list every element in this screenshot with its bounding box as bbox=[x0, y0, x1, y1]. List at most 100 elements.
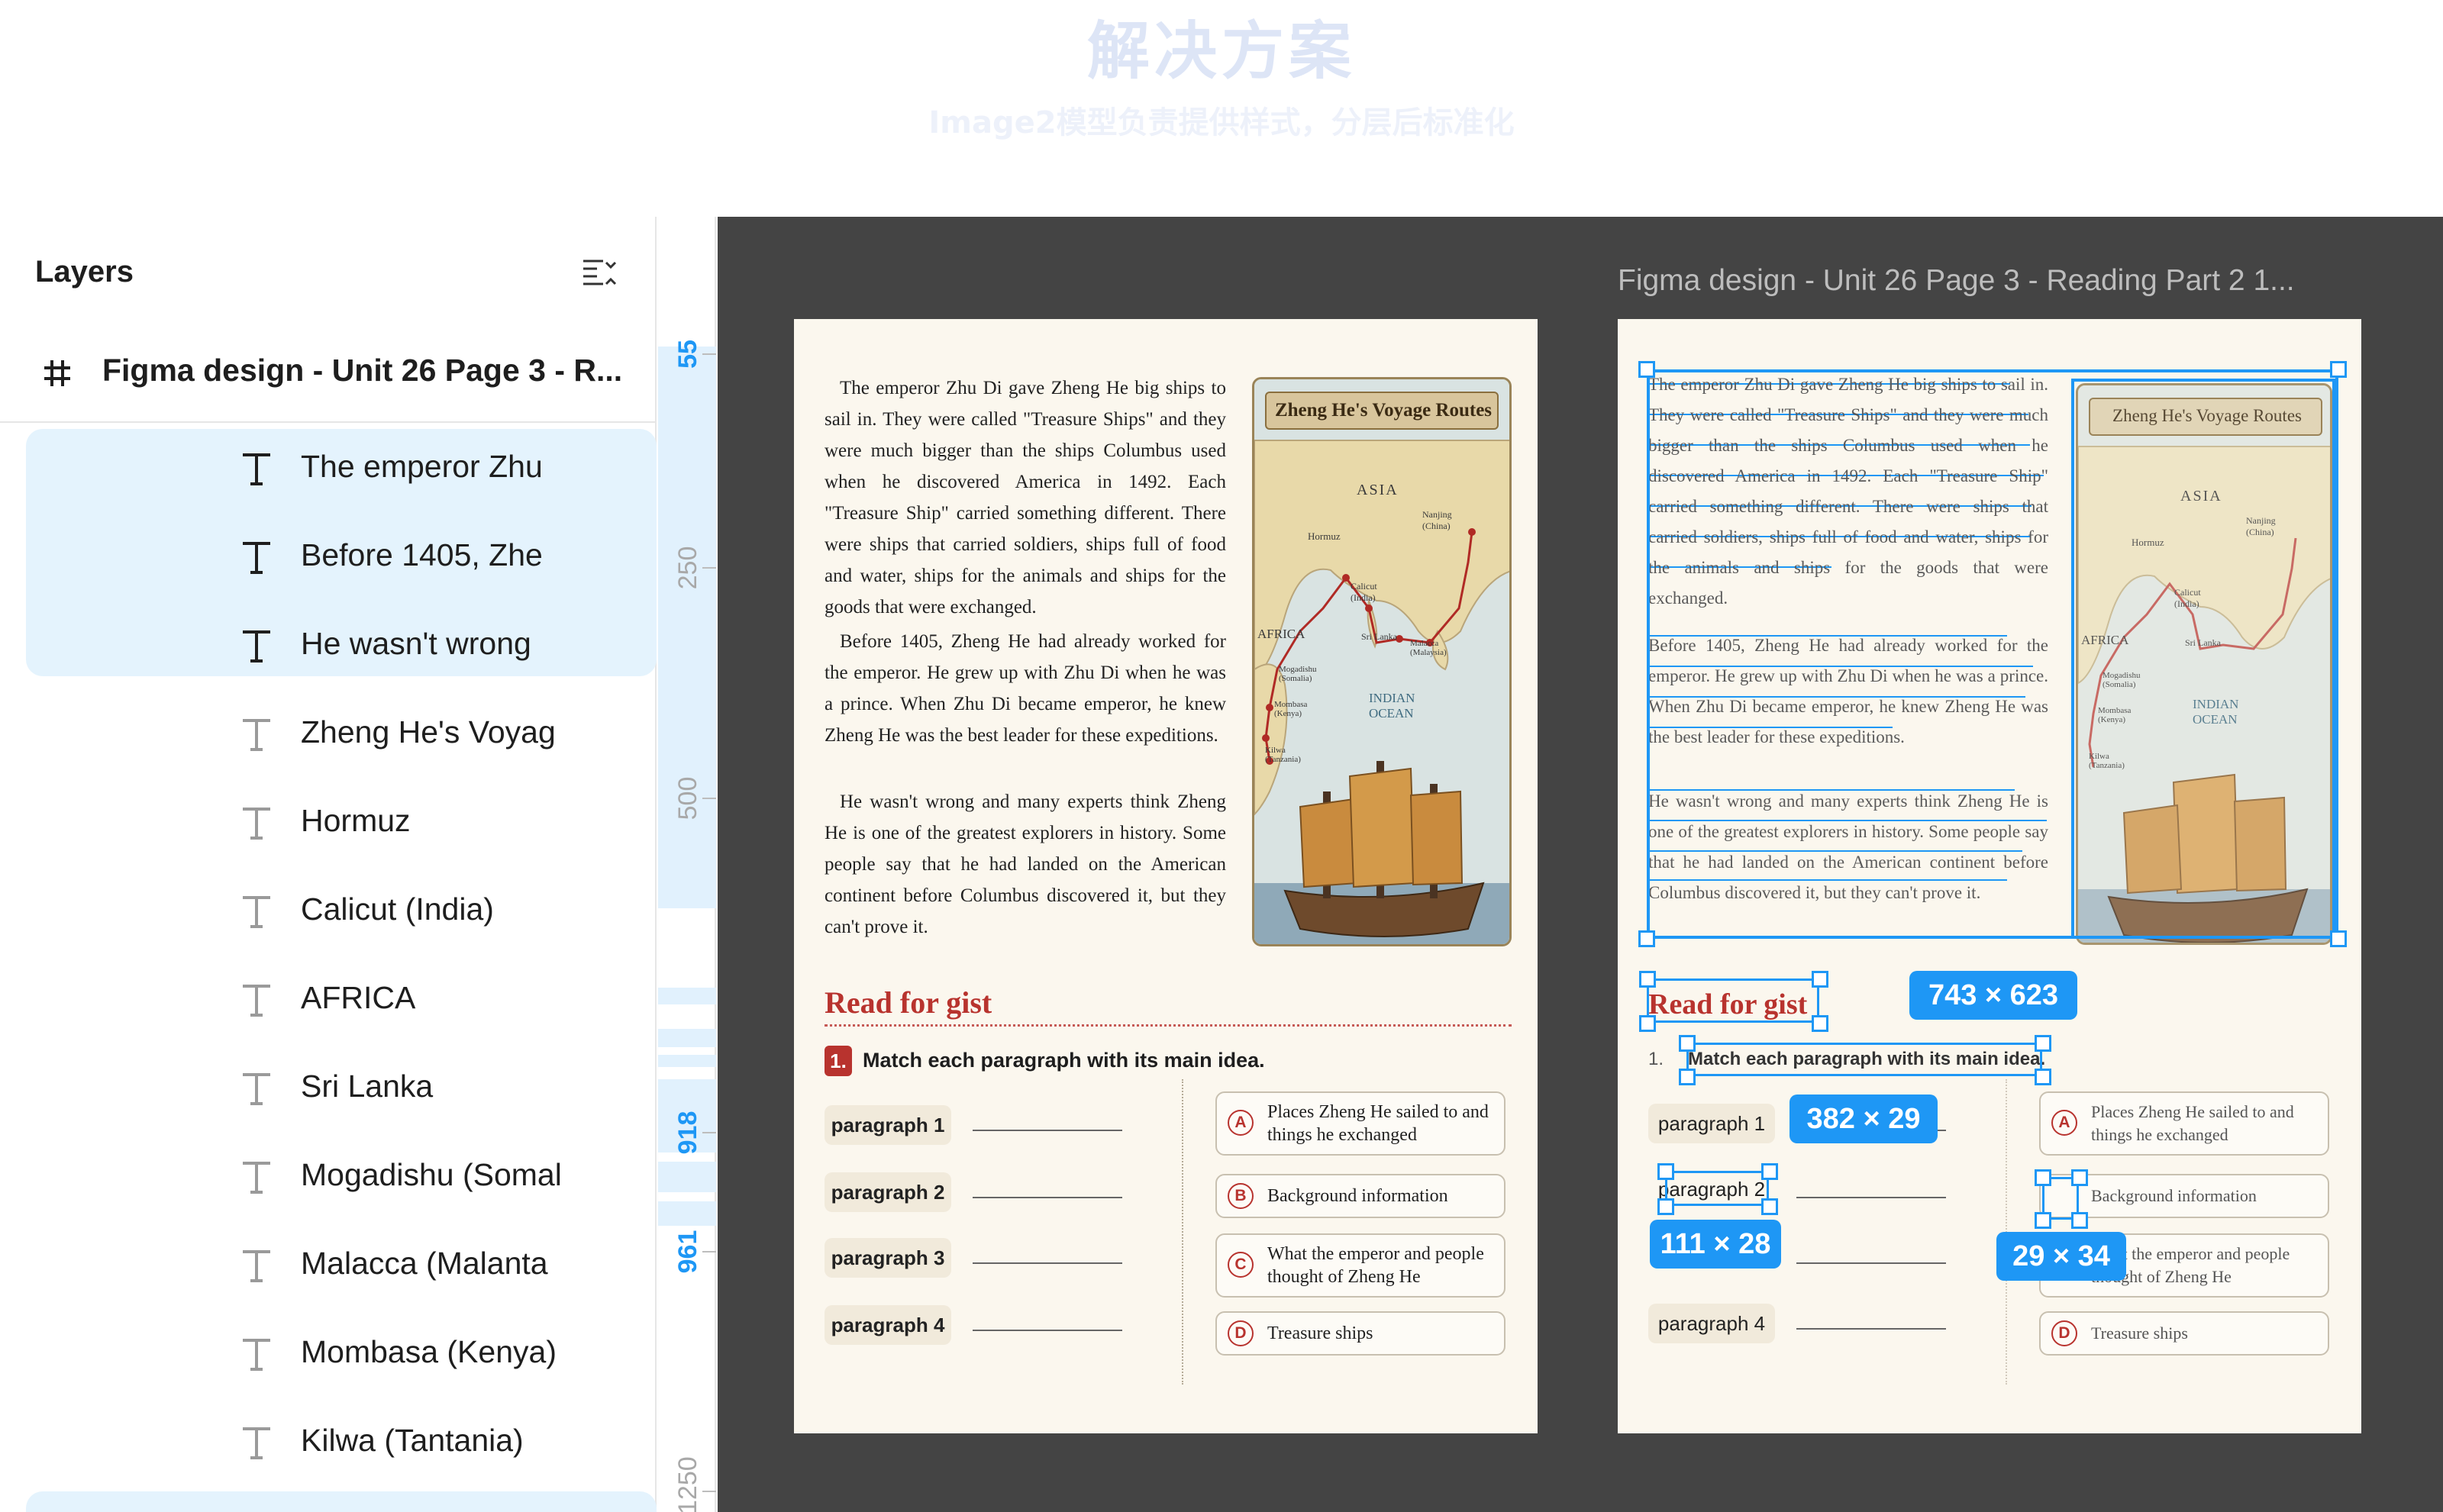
answer-blank bbox=[973, 1262, 1122, 1264]
resize-handle[interactable] bbox=[1812, 1015, 1828, 1032]
layer-row[interactable]: Sri Lanka bbox=[26, 1049, 657, 1137]
resize-handle[interactable] bbox=[1638, 930, 1655, 947]
gist-selection-outline[interactable] bbox=[1647, 978, 1819, 1023]
resize-handle[interactable] bbox=[2035, 1212, 2051, 1229]
layer-name: He wasn't wrong bbox=[301, 626, 531, 661]
column-divider bbox=[1182, 1079, 1183, 1385]
layer-name: Mombasa (Kenya) bbox=[301, 1334, 557, 1369]
map-title: Zheng He's Voyage Routes bbox=[1274, 400, 1493, 421]
dimension-badge: 743 × 623 bbox=[1909, 971, 2077, 1020]
resize-handle[interactable] bbox=[2035, 1035, 2051, 1052]
layered-paragraph-chip[interactable]: paragraph 1 bbox=[1648, 1104, 1775, 1143]
banner-title: 解决方案 bbox=[1086, 15, 1356, 88]
resize-handle[interactable] bbox=[2071, 1169, 2088, 1186]
resize-handle[interactable] bbox=[1638, 361, 1655, 378]
map-label-sri-lanka: Sri Lanka bbox=[1361, 631, 1397, 642]
layer-row[interactable]: Calicut (India) bbox=[26, 872, 657, 960]
design-canvas[interactable]: The emperor Zhu Di gave Zheng He big shi… bbox=[718, 217, 2443, 1512]
layered-idea-box: A Places Zheng He sailed to and things h… bbox=[2039, 1091, 2329, 1156]
resize-handle[interactable] bbox=[2035, 1069, 2051, 1085]
layer-name: AFRICA bbox=[301, 980, 416, 1015]
ruler-mark: 250 bbox=[673, 546, 702, 590]
layered-page[interactable]: The emperor Zhu Di gave Zheng He big shi… bbox=[1618, 319, 2361, 1433]
map-title-banner: Zheng He's Voyage Routes bbox=[1265, 392, 1499, 430]
chip-selection-outline[interactable] bbox=[1665, 1171, 1769, 1206]
map-label-mogadishu: Mogadishu (Somalia) bbox=[1279, 665, 1317, 683]
text-layer-icon bbox=[243, 1339, 270, 1371]
idea-text: What the emperor and people thought of Z… bbox=[1267, 1244, 1484, 1287]
ruler-tick bbox=[702, 1251, 716, 1252]
layer-row[interactable]: AFRICA bbox=[26, 960, 657, 1049]
layer-row[interactable]: Malacca (Malanta bbox=[26, 1226, 657, 1314]
resize-handle[interactable] bbox=[2071, 1212, 2088, 1229]
text-layer-icon bbox=[243, 719, 270, 751]
voyage-map-card: Zheng He's Voyage Routes ASIA AFRICA IND… bbox=[1252, 377, 1512, 946]
resize-handle[interactable] bbox=[1639, 1015, 1656, 1032]
paragraph-3-text: He wasn't wrong and many experts think Z… bbox=[825, 791, 1226, 937]
text-layer-icon bbox=[243, 453, 270, 485]
collapse-layers-icon[interactable] bbox=[580, 253, 620, 293]
answer-blank bbox=[973, 1130, 1122, 1131]
layer-name: Calicut (India) bbox=[301, 891, 494, 927]
text-layer-icon bbox=[243, 630, 270, 663]
paragraph-1-text: The emperor Zhu Di gave Zheng He big shi… bbox=[825, 378, 1226, 617]
layer-name: Mogadishu (Somal bbox=[301, 1157, 562, 1192]
layer-row[interactable]: Mombasa (Kenya) bbox=[26, 1314, 657, 1403]
resize-handle[interactable] bbox=[1679, 1035, 1696, 1052]
idea-letter-badge: D bbox=[1228, 1320, 1254, 1346]
layered-paragraph-chip[interactable]: paragraph 4 bbox=[1648, 1304, 1775, 1343]
voyage-map-illustration bbox=[1254, 379, 1509, 944]
ruler-selection-band bbox=[658, 1201, 716, 1226]
ruler-selection-band bbox=[658, 1029, 716, 1047]
resize-handle[interactable] bbox=[1657, 1198, 1674, 1215]
layer-row[interactable]: He wasn't wrong bbox=[26, 606, 657, 695]
task-number-badge: 1. bbox=[825, 1046, 852, 1076]
resize-handle[interactable] bbox=[2330, 361, 2347, 378]
map-selection-outline[interactable] bbox=[2071, 379, 2335, 939]
layer-row[interactable]: Before 1405, Zhe bbox=[26, 517, 657, 606]
layered-answer-blank bbox=[1796, 1262, 1946, 1264]
text-layer-icon bbox=[243, 1250, 270, 1282]
layer-row[interactable]: Hormuz bbox=[26, 783, 657, 872]
resize-handle[interactable] bbox=[1761, 1163, 1778, 1180]
map-label-kilwa: Kilwa (Tanzania) bbox=[1265, 746, 1301, 764]
resize-handle[interactable] bbox=[1761, 1198, 1778, 1215]
frame-name-label[interactable]: Figma design - Unit 26 Page 3 - Reading … bbox=[1618, 264, 2295, 298]
text-layer-icon bbox=[243, 896, 270, 928]
map-label-asia: ASIA bbox=[1357, 482, 1399, 498]
layers-header: Layers bbox=[35, 255, 134, 289]
layered-idea-letter: D bbox=[2051, 1320, 2077, 1346]
ruler-tick bbox=[702, 1132, 716, 1133]
main-idea-box: A Places Zheng He sailed to and things h… bbox=[1215, 1091, 1505, 1156]
resize-handle[interactable] bbox=[1679, 1069, 1696, 1085]
idea-text: Background information bbox=[1267, 1186, 1448, 1206]
ruler-tick bbox=[702, 567, 716, 569]
paragraph-chip: paragraph 4 bbox=[825, 1305, 951, 1345]
layer-row[interactable]: The emperor Zhu bbox=[26, 429, 657, 517]
resize-handle[interactable] bbox=[1639, 971, 1656, 988]
map-label-calicut: Calicut (India) bbox=[1351, 581, 1377, 603]
vertical-ruler: 55 250 500 918 961 1250 bbox=[658, 217, 716, 1512]
resize-handle[interactable] bbox=[2035, 1169, 2051, 1186]
layered-idea-text: Treasure ships bbox=[2091, 1323, 2188, 1343]
layer-name: The emperor Zhu bbox=[301, 449, 543, 484]
resize-handle[interactable] bbox=[1657, 1163, 1674, 1180]
idea-letter-badge: A bbox=[1228, 1110, 1254, 1136]
dimension-badge: 382 × 29 bbox=[1789, 1095, 1938, 1143]
frame-layer-row[interactable]: Figma design - Unit 26 Page 3 - R... bbox=[0, 334, 657, 423]
resize-handle[interactable] bbox=[2330, 930, 2347, 947]
main-idea-box: B Background information bbox=[1215, 1174, 1505, 1218]
ruler-selection-band bbox=[658, 347, 716, 908]
ruler-tick bbox=[702, 798, 716, 799]
layer-row[interactable]: Mogadishu (Somal bbox=[26, 1137, 657, 1226]
task-selection-outline[interactable] bbox=[1686, 1043, 2042, 1076]
paragraph-chip: paragraph 2 bbox=[825, 1172, 951, 1212]
resize-handle[interactable] bbox=[1812, 971, 1828, 988]
ruler-selection-band bbox=[658, 1055, 716, 1067]
dimension-badge: 111 × 28 bbox=[1650, 1220, 1781, 1269]
layer-row[interactable]: Kilwa (Tantania) bbox=[26, 1403, 657, 1491]
layer-row[interactable]: Zheng He's Voyag bbox=[26, 695, 657, 783]
layers-panel: Layers Figma design - Unit 26 Page 3 - R… bbox=[0, 217, 657, 1512]
answer-blank bbox=[973, 1197, 1122, 1198]
layered-idea-box: D Treasure ships bbox=[2039, 1311, 2329, 1356]
